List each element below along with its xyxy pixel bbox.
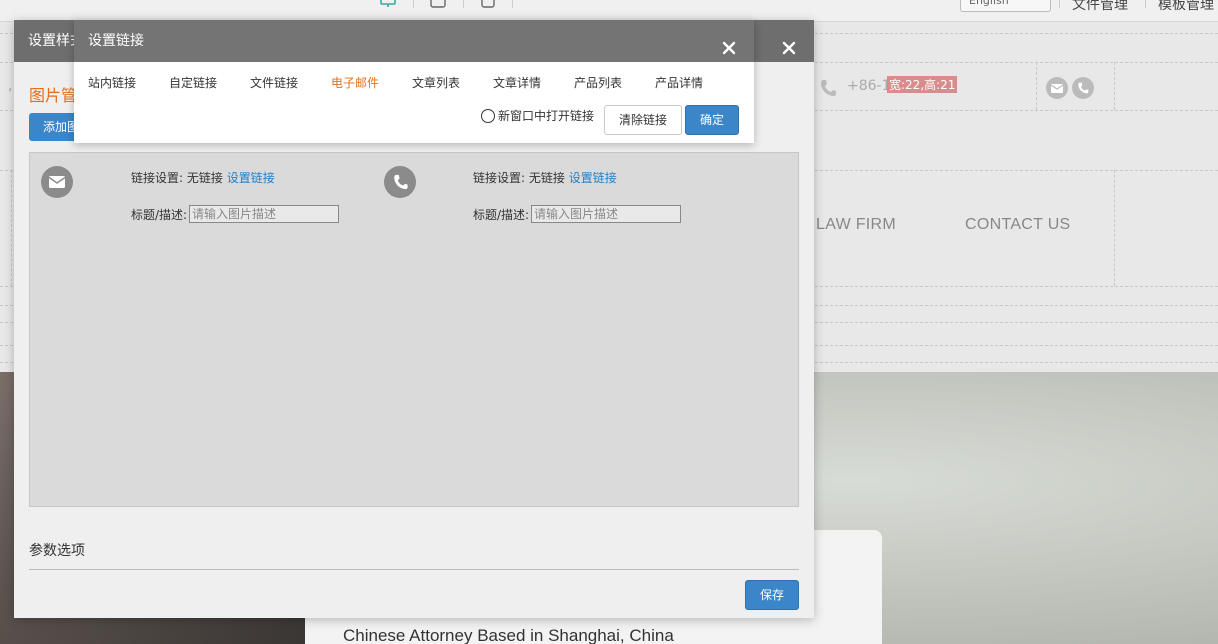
divider bbox=[29, 569, 799, 570]
mail-icon bbox=[41, 166, 73, 198]
separator bbox=[1145, 0, 1146, 8]
phone-icon bbox=[1072, 77, 1094, 99]
guide-line bbox=[1036, 62, 1037, 110]
image-desc-input[interactable] bbox=[189, 205, 339, 223]
nav-item-law-firm[interactable]: LAW FIRM bbox=[816, 216, 896, 234]
tab-site-link[interactable]: 站内链接 bbox=[88, 74, 169, 94]
desc-label: 标题/描述: bbox=[473, 208, 530, 222]
link-setting-value: 无链接 bbox=[528, 171, 565, 185]
separator bbox=[512, 0, 513, 8]
dialog-title: 设置链接 bbox=[88, 33, 144, 49]
template-manager-link[interactable]: 模板管理 bbox=[1158, 0, 1214, 14]
tab-product-list[interactable]: 产品列表 bbox=[574, 74, 655, 94]
link-type-tabs: 站内链接 自定链接 文件链接 电子邮件 文章列表 文章详情 产品列表 产品详情 bbox=[88, 74, 736, 94]
separator bbox=[463, 0, 464, 8]
new-window-label: 新窗口中打开链接 bbox=[498, 109, 595, 123]
link-setting-row: 链接设置: 无链接 设置链接 bbox=[131, 169, 275, 186]
file-manager-link[interactable]: 文件管理 bbox=[1072, 0, 1128, 14]
editor-top-bar: English 文件管理 模板管理 bbox=[0, 0, 1218, 22]
phone-icon bbox=[820, 79, 836, 101]
language-select[interactable]: English bbox=[960, 0, 1051, 12]
separator bbox=[413, 0, 414, 8]
tab-article-list[interactable]: 文章列表 bbox=[412, 74, 493, 94]
tab-article-detail[interactable]: 文章详情 bbox=[493, 74, 574, 94]
set-link-button[interactable]: 设置链接 bbox=[569, 171, 617, 185]
tablet-icon[interactable] bbox=[428, 0, 448, 8]
image-list-panel: 链接设置: 无链接 设置链接 标题/描述: 链接设置: 无链接 设置链接 标题/… bbox=[29, 152, 799, 507]
confirm-button[interactable]: 确定 bbox=[685, 105, 739, 135]
link-setting-row: 链接设置: 无链接 设置链接 bbox=[473, 169, 617, 186]
link-setting-label: 链接设置: bbox=[473, 171, 526, 185]
nav-item-contact-us[interactable]: CONTACT US bbox=[965, 216, 1071, 234]
image-desc-input[interactable] bbox=[531, 205, 681, 223]
close-icon[interactable] bbox=[720, 32, 738, 55]
tab-email[interactable]: 电子邮件 bbox=[331, 74, 412, 94]
set-link-button[interactable]: 设置链接 bbox=[227, 171, 275, 185]
separator bbox=[1059, 0, 1060, 8]
save-button[interactable]: 保存 bbox=[745, 580, 799, 610]
guide-line bbox=[1114, 170, 1115, 286]
link-setting-label: 链接设置: bbox=[131, 171, 184, 185]
tab-product-detail[interactable]: 产品详情 bbox=[655, 74, 736, 94]
link-setting-value: 无链接 bbox=[186, 171, 223, 185]
desc-label: 标题/描述: bbox=[131, 208, 188, 222]
guide-line bbox=[11, 170, 12, 286]
size-tag: 宽:22,高:21 bbox=[887, 76, 958, 93]
phone-icon bbox=[384, 166, 416, 198]
dialog-header: 设置链接 bbox=[74, 20, 754, 62]
tab-file-link[interactable]: 文件链接 bbox=[250, 74, 331, 94]
mail-icon bbox=[1046, 77, 1068, 99]
hero-headline: Chinese Attorney Based in Shanghai, Chin… bbox=[343, 626, 674, 644]
close-icon[interactable] bbox=[780, 32, 798, 55]
guide-line bbox=[1114, 62, 1115, 110]
clear-link-button[interactable]: 清除链接 bbox=[604, 105, 682, 135]
mobile-icon[interactable] bbox=[478, 0, 498, 8]
link-settings-dialog: 设置链接 站内链接 自定链接 文件链接 电子邮件 文章列表 文章详情 产品列表 … bbox=[74, 20, 754, 143]
desktop-icon[interactable] bbox=[378, 0, 398, 8]
params-section-title: 参数选项 bbox=[29, 543, 85, 559]
new-window-radio[interactable] bbox=[481, 108, 495, 123]
new-window-option[interactable]: 新窗口中打开链接 bbox=[481, 107, 594, 124]
tab-custom-link[interactable]: 自定链接 bbox=[169, 74, 250, 94]
